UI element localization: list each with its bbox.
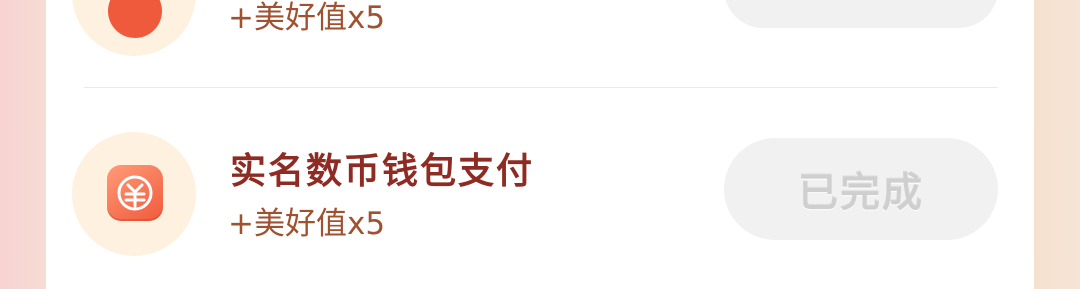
task-reward: +美好值x5 [228, 206, 386, 242]
task-title: 实名数币钱包支付 [230, 151, 535, 192]
task-icon-circle [72, 132, 196, 256]
task-reward: +美好值x5 [228, 0, 386, 36]
task-status-button[interactable] [724, 0, 998, 28]
digital-yuan-icon [107, 165, 163, 221]
row-divider [84, 87, 998, 88]
task-row: +美好值x5 [46, 0, 1034, 64]
task-status-button[interactable]: 已完成 [724, 138, 998, 240]
task-row-digital-wallet-payment: 实名数币钱包支付 +美好值x5 已完成 [46, 124, 1034, 264]
task-icon [108, 0, 162, 38]
task-card: +美好值x5 实名数币钱包支付 +美好值x5 已完成 [46, 0, 1034, 289]
task-icon-circle [72, 0, 196, 56]
